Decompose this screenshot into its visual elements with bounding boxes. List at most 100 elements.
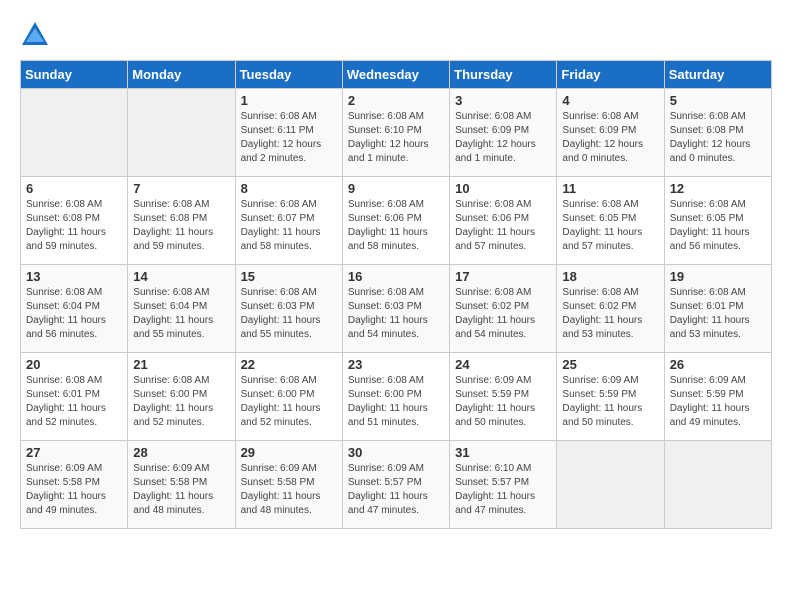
day-content: Sunrise: 6:08 AM Sunset: 6:02 PM Dayligh…: [455, 286, 551, 342]
week-row-5: 27 Sunrise: 6:09 AM Sunset: 5:58 PM Dayli…: [21, 441, 772, 529]
day-content: Sunrise: 6:08 AM Sunset: 6:08 PM Dayligh…: [670, 110, 766, 166]
day-number: 26: [670, 357, 766, 372]
day-content: Sunrise: 6:09 AM Sunset: 5:59 PM Dayligh…: [670, 374, 766, 430]
calendar-cell: 28 Sunrise: 6:09 AM Sunset: 5:58 PM Dayli…: [128, 441, 235, 529]
day-number: 13: [26, 269, 122, 284]
calendar-cell: [557, 441, 664, 529]
day-number: 1: [241, 93, 337, 108]
day-content: Sunrise: 6:08 AM Sunset: 6:09 PM Dayligh…: [455, 110, 551, 166]
day-number: 24: [455, 357, 551, 372]
calendar-cell: 8 Sunrise: 6:08 AM Sunset: 6:07 PM Daylig…: [235, 177, 342, 265]
day-number: 3: [455, 93, 551, 108]
calendar-cell: 24Sunrise: 6:09 AM Sunset: 5:59 PM Dayli…: [450, 353, 557, 441]
calendar-cell: 17 Sunrise: 6:08 AM Sunset: 6:02 PM Dayli…: [450, 265, 557, 353]
calendar-cell: 4Sunrise: 6:08 AM Sunset: 6:09 PM Daylig…: [557, 89, 664, 177]
day-number: 4: [562, 93, 658, 108]
day-number: 2: [348, 93, 444, 108]
header-cell-wednesday: Wednesday: [342, 61, 449, 89]
calendar-cell: 30 Sunrise: 6:09 AM Sunset: 5:57 PM Dayli…: [342, 441, 449, 529]
day-number: 11: [562, 181, 658, 196]
calendar-cell: 27 Sunrise: 6:09 AM Sunset: 5:58 PM Dayli…: [21, 441, 128, 529]
day-content: Sunrise: 6:08 AM Sunset: 6:08 PM Dayligh…: [133, 198, 229, 254]
calendar-cell: 2 Sunrise: 6:08 AM Sunset: 6:10 PM Daylig…: [342, 89, 449, 177]
calendar-cell: 21 Sunrise: 6:08 AM Sunset: 6:00 PM Dayli…: [128, 353, 235, 441]
day-content: Sunrise: 6:08 AM Sunset: 6:06 PM Dayligh…: [348, 198, 444, 254]
day-content: Sunrise: 6:08 AM Sunset: 6:01 PM Dayligh…: [26, 374, 122, 430]
day-content: Sunrise: 6:09 AM Sunset: 5:58 PM Dayligh…: [241, 462, 337, 518]
calendar-cell: 9Sunrise: 6:08 AM Sunset: 6:06 PM Daylig…: [342, 177, 449, 265]
day-number: 28: [133, 445, 229, 460]
day-number: 21: [133, 357, 229, 372]
page-header: [20, 20, 772, 50]
day-content: Sunrise: 6:08 AM Sunset: 6:00 PM Dayligh…: [348, 374, 444, 430]
header-cell-saturday: Saturday: [664, 61, 771, 89]
day-content: Sunrise: 6:08 AM Sunset: 6:03 PM Dayligh…: [241, 286, 337, 342]
day-content: Sunrise: 6:08 AM Sunset: 6:05 PM Dayligh…: [670, 198, 766, 254]
calendar-cell: 22Sunrise: 6:08 AM Sunset: 6:00 PM Dayli…: [235, 353, 342, 441]
header-cell-friday: Friday: [557, 61, 664, 89]
day-number: 19: [670, 269, 766, 284]
day-number: 17: [455, 269, 551, 284]
logo: [20, 20, 54, 50]
calendar-cell: 14Sunrise: 6:08 AM Sunset: 6:04 PM Dayli…: [128, 265, 235, 353]
day-content: Sunrise: 6:08 AM Sunset: 6:07 PM Dayligh…: [241, 198, 337, 254]
calendar-cell: [21, 89, 128, 177]
calendar-cell: 13 Sunrise: 6:08 AM Sunset: 6:04 PM Dayli…: [21, 265, 128, 353]
calendar-cell: 23 Sunrise: 6:08 AM Sunset: 6:00 PM Dayli…: [342, 353, 449, 441]
calendar-header: SundayMondayTuesdayWednesdayThursdayFrid…: [21, 61, 772, 89]
day-number: 10: [455, 181, 551, 196]
calendar-cell: 16 Sunrise: 6:08 AM Sunset: 6:03 PM Dayli…: [342, 265, 449, 353]
day-number: 7: [133, 181, 229, 196]
day-number: 12: [670, 181, 766, 196]
day-number: 5: [670, 93, 766, 108]
day-number: 27: [26, 445, 122, 460]
day-number: 8: [241, 181, 337, 196]
day-number: 23: [348, 357, 444, 372]
day-number: 16: [348, 269, 444, 284]
calendar-cell: 5 Sunrise: 6:08 AM Sunset: 6:08 PM Daylig…: [664, 89, 771, 177]
calendar-body: 1 Sunrise: 6:08 AM Sunset: 6:11 PM Daylig…: [21, 89, 772, 529]
day-content: Sunrise: 6:09 AM Sunset: 5:59 PM Dayligh…: [562, 374, 658, 430]
calendar-table: SundayMondayTuesdayWednesdayThursdayFrid…: [20, 60, 772, 529]
day-number: 29: [241, 445, 337, 460]
header-row: SundayMondayTuesdayWednesdayThursdayFrid…: [21, 61, 772, 89]
day-number: 18: [562, 269, 658, 284]
day-content: Sunrise: 6:08 AM Sunset: 6:04 PM Dayligh…: [26, 286, 122, 342]
week-row-1: 1 Sunrise: 6:08 AM Sunset: 6:11 PM Daylig…: [21, 89, 772, 177]
day-content: Sunrise: 6:09 AM Sunset: 5:58 PM Dayligh…: [26, 462, 122, 518]
day-number: 22: [241, 357, 337, 372]
calendar-cell: 11 Sunrise: 6:08 AM Sunset: 6:05 PM Dayli…: [557, 177, 664, 265]
day-content: Sunrise: 6:08 AM Sunset: 6:00 PM Dayligh…: [133, 374, 229, 430]
calendar-cell: 3 Sunrise: 6:08 AM Sunset: 6:09 PM Daylig…: [450, 89, 557, 177]
day-content: Sunrise: 6:10 AM Sunset: 5:57 PM Dayligh…: [455, 462, 551, 518]
calendar-cell: 6Sunrise: 6:08 AM Sunset: 6:08 PM Daylig…: [21, 177, 128, 265]
calendar-cell: 26 Sunrise: 6:09 AM Sunset: 5:59 PM Dayli…: [664, 353, 771, 441]
calendar-cell: 1 Sunrise: 6:08 AM Sunset: 6:11 PM Daylig…: [235, 89, 342, 177]
day-content: Sunrise: 6:08 AM Sunset: 6:01 PM Dayligh…: [670, 286, 766, 342]
calendar-cell: [128, 89, 235, 177]
day-number: 15: [241, 269, 337, 284]
day-number: 6: [26, 181, 122, 196]
calendar-cell: [664, 441, 771, 529]
day-content: Sunrise: 6:09 AM Sunset: 5:58 PM Dayligh…: [133, 462, 229, 518]
day-content: Sunrise: 6:08 AM Sunset: 6:05 PM Dayligh…: [562, 198, 658, 254]
day-number: 30: [348, 445, 444, 460]
day-content: Sunrise: 6:08 AM Sunset: 6:11 PM Dayligh…: [241, 110, 337, 166]
header-cell-sunday: Sunday: [21, 61, 128, 89]
day-content: Sunrise: 6:08 AM Sunset: 6:04 PM Dayligh…: [133, 286, 229, 342]
day-content: Sunrise: 6:09 AM Sunset: 5:57 PM Dayligh…: [348, 462, 444, 518]
day-number: 20: [26, 357, 122, 372]
calendar-cell: 18Sunrise: 6:08 AM Sunset: 6:02 PM Dayli…: [557, 265, 664, 353]
calendar-cell: 15 Sunrise: 6:08 AM Sunset: 6:03 PM Dayli…: [235, 265, 342, 353]
calendar-cell: 31Sunrise: 6:10 AM Sunset: 5:57 PM Dayli…: [450, 441, 557, 529]
header-cell-tuesday: Tuesday: [235, 61, 342, 89]
day-content: Sunrise: 6:08 AM Sunset: 6:03 PM Dayligh…: [348, 286, 444, 342]
week-row-4: 20 Sunrise: 6:08 AM Sunset: 6:01 PM Dayli…: [21, 353, 772, 441]
day-content: Sunrise: 6:08 AM Sunset: 6:10 PM Dayligh…: [348, 110, 444, 166]
calendar-cell: 20 Sunrise: 6:08 AM Sunset: 6:01 PM Dayli…: [21, 353, 128, 441]
calendar-cell: 29 Sunrise: 6:09 AM Sunset: 5:58 PM Dayli…: [235, 441, 342, 529]
week-row-2: 6 Sunrise: 6:08 AM Sunset: 6:08 PM Daylig…: [21, 177, 772, 265]
logo-icon: [20, 20, 50, 50]
header-cell-thursday: Thursday: [450, 61, 557, 89]
day-number: 25: [562, 357, 658, 372]
